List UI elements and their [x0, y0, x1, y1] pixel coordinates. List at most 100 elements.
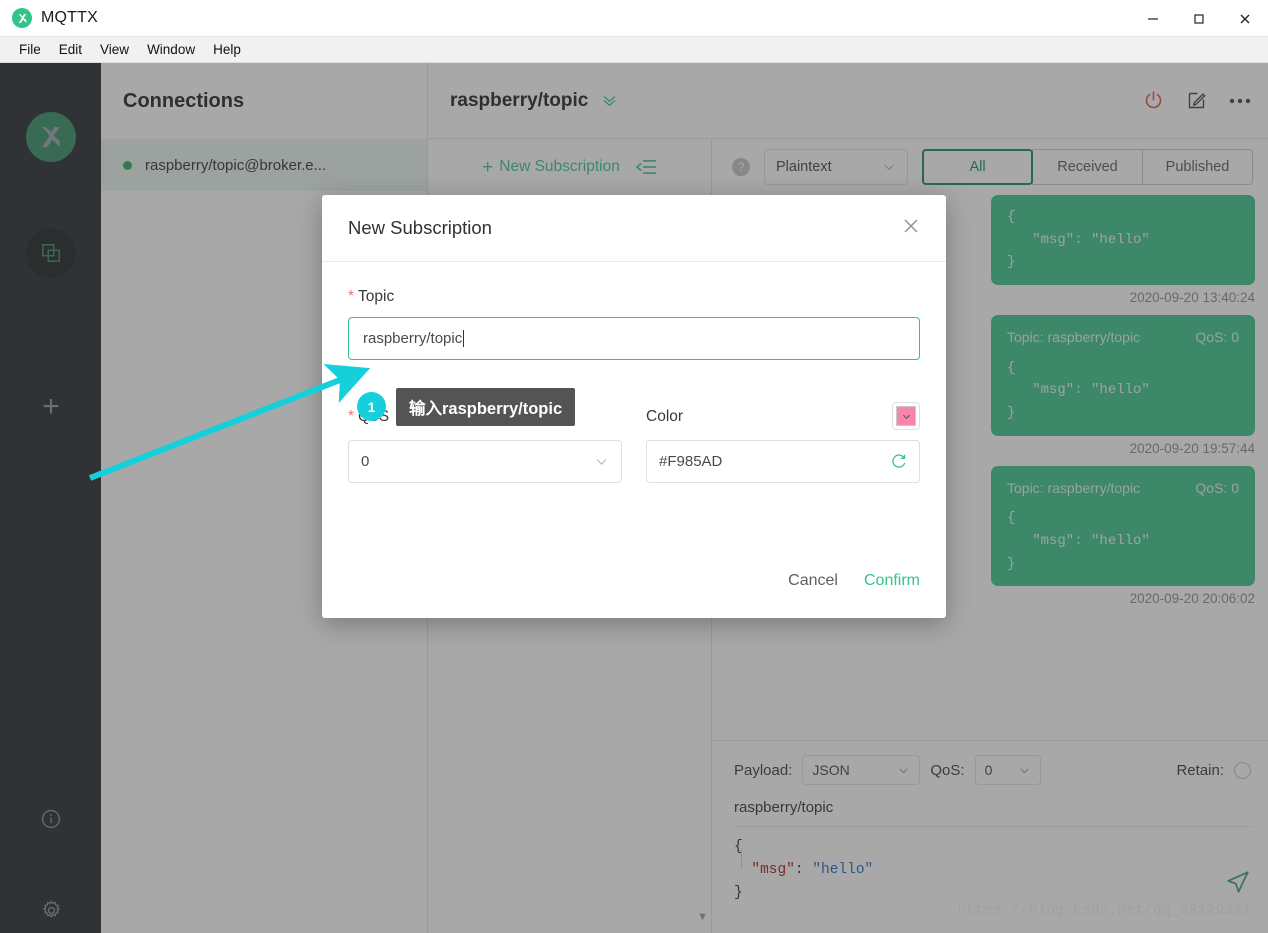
message-body: { "msg": "hello" }	[1007, 209, 1150, 271]
publish-panel: Payload: JSON QoS: 0 Retain: raspberry/t…	[712, 740, 1268, 933]
confirm-button[interactable]: Confirm	[864, 572, 920, 590]
publish-editor[interactable]: { "msg": "hello" } https://blog.csdn.net…	[734, 826, 1251, 933]
maximize-icon[interactable]	[1176, 0, 1222, 37]
window-controls	[1130, 0, 1268, 37]
tab-all[interactable]: All	[922, 149, 1033, 185]
scroll-down-arrow-icon[interactable]: ▼	[697, 911, 708, 923]
menu-bar: File Edit View Window Help	[0, 37, 1268, 63]
chevron-down-icon	[1019, 767, 1029, 773]
color-picker-button[interactable]	[892, 402, 920, 430]
main-header: raspberry/topic	[428, 63, 1268, 139]
mqttx-glyph-icon	[18, 13, 26, 23]
publish-qos-select[interactable]: 0	[974, 755, 1041, 785]
send-paper-plane-icon[interactable]	[1225, 869, 1251, 895]
publish-payload-select[interactable]: JSON	[802, 755, 921, 785]
annotation-tooltip: 输入raspberry/topic	[396, 388, 576, 426]
close-icon[interactable]	[1222, 0, 1268, 37]
main-header-actions	[1143, 90, 1251, 111]
sidebar-item-connections[interactable]	[26, 228, 76, 278]
topic-label-text: Topic	[358, 288, 395, 305]
title-bar: MQTTX	[0, 0, 1268, 37]
refresh-color-icon[interactable]	[890, 453, 907, 470]
cancel-button[interactable]: Cancel	[788, 572, 838, 590]
message-meta: Topic: raspberry/topic QoS: 0	[1007, 477, 1239, 500]
topic-input-value: raspberry/topic	[363, 330, 463, 347]
message-bubble[interactable]: Topic: raspberry/topic QoS: 0 { "msg": "…	[991, 465, 1255, 587]
qos-select-value: 0	[361, 453, 370, 470]
topic-field-label: * Topic	[348, 288, 920, 306]
message-bubble[interactable]: Topic: raspberry/topic QoS: 0 { "msg": "…	[991, 315, 1255, 436]
publish-qos-label: QoS:	[930, 761, 965, 779]
publish-options-row: Payload: JSON QoS: 0 Retain:	[734, 755, 1251, 785]
add-connection-plus-icon[interactable]: +	[26, 382, 76, 432]
info-icon	[41, 809, 61, 829]
required-asterisk: *	[348, 288, 355, 305]
message-filter-tabs: All Received Published	[922, 149, 1253, 185]
menu-file[interactable]: File	[10, 40, 50, 59]
color-hex-value: #F985AD	[659, 453, 723, 470]
retain-toggle[interactable]	[1234, 761, 1251, 779]
connection-name: raspberry/topic@broker.e...	[145, 156, 327, 174]
qos-select[interactable]: 0	[348, 440, 622, 483]
dialog-header: New Subscription	[322, 195, 946, 262]
connection-status-dot	[123, 160, 132, 170]
tab-published[interactable]: Published	[1142, 149, 1253, 185]
minimize-icon[interactable]	[1130, 0, 1176, 37]
connections-icon	[42, 244, 60, 262]
indent-guide	[741, 849, 742, 869]
menu-edit[interactable]: Edit	[50, 40, 91, 59]
double-chevron-down-icon[interactable]	[600, 91, 619, 110]
message-qos: QoS: 0	[1195, 479, 1239, 496]
connection-title: raspberry/topic	[450, 89, 589, 111]
connection-list-item[interactable]: raspberry/topic@broker.e...	[101, 139, 427, 191]
mqttx-glyph-icon	[42, 127, 60, 147]
publish-topic[interactable]: raspberry/topic	[734, 799, 1251, 816]
message-topic: Topic: raspberry/topic	[1007, 479, 1141, 496]
message-body: { "msg": "hello" }	[1007, 510, 1150, 572]
subscriptions-toolbar: + New Subscription	[428, 139, 711, 195]
chevron-down-icon	[596, 459, 607, 465]
color-hex-input[interactable]: #F985AD	[646, 440, 920, 483]
color-field-label: Color	[646, 408, 684, 425]
message-timestamp: 2020-09-20 13:40:24	[1129, 290, 1255, 306]
left-icon-rail: +	[0, 63, 101, 933]
json-value: "hello"	[812, 862, 874, 879]
message-body: { "msg": "hello" }	[1007, 359, 1150, 422]
menu-view[interactable]: View	[91, 40, 138, 59]
chevron-down-icon	[899, 767, 909, 773]
mqttx-window: MQTTX File Edit View Window Help + Conne…	[0, 0, 1268, 933]
message-qos: QoS: 0	[1195, 329, 1239, 346]
publish-qos-value: 0	[984, 762, 993, 778]
close-icon[interactable]	[902, 217, 920, 240]
new-subscription-label: New Subscription	[499, 158, 620, 175]
payload-format-select[interactable]: Plaintext	[764, 149, 908, 185]
collapse-list-icon[interactable]	[635, 158, 657, 176]
dialog-title: New Subscription	[348, 217, 492, 238]
tab-received[interactable]: Received	[1032, 149, 1143, 185]
page-title: Connections	[123, 89, 245, 112]
color-swatch	[896, 406, 916, 426]
edit-icon[interactable]	[1186, 90, 1207, 111]
watermark-text: https://blog.csdn.net/qq_38129331	[957, 902, 1251, 919]
mqttx-logo-icon	[12, 8, 32, 28]
help-question-icon[interactable]: ?	[732, 158, 750, 176]
menu-help[interactable]: Help	[204, 40, 250, 59]
settings-gear-icon	[42, 899, 60, 918]
message-topic: Topic: raspberry/topic	[1007, 329, 1141, 346]
message-bubble[interactable]: { "msg": "hello" }	[991, 195, 1255, 286]
message-timestamp: 2020-09-20 20:06:02	[1129, 591, 1255, 607]
json-colon: :	[794, 862, 813, 879]
chevron-down-icon	[902, 414, 910, 419]
json-key: "msg"	[751, 862, 795, 879]
retain-label: Retain:	[1176, 761, 1224, 779]
sidebar-item-settings[interactable]	[26, 885, 76, 933]
publish-payload-value: JSON	[812, 762, 850, 778]
topic-input[interactable]: raspberry/topic	[348, 317, 920, 360]
app-title: MQTTX	[41, 9, 98, 26]
new-subscription-button[interactable]: + New Subscription	[482, 158, 620, 177]
plus-icon: +	[482, 156, 494, 178]
sidebar-item-about[interactable]	[26, 794, 76, 844]
disconnect-power-icon[interactable]	[1143, 90, 1164, 111]
more-options-icon[interactable]	[1229, 97, 1251, 105]
menu-window[interactable]: Window	[138, 40, 204, 59]
